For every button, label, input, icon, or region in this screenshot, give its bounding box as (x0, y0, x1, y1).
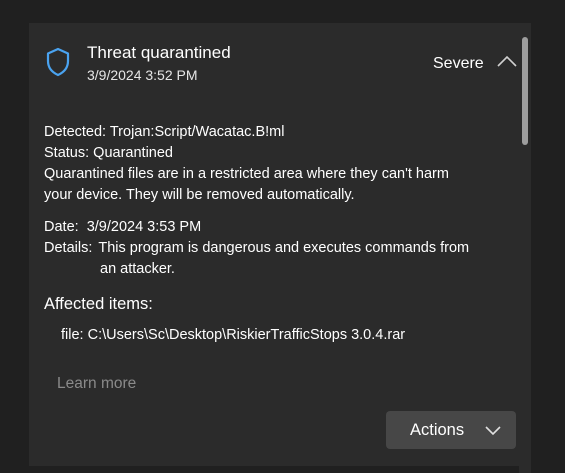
affected-item: file: C:\Users\Sc\Desktop\RiskierTraffic… (61, 327, 405, 343)
affected-items-heading: Affected items: (44, 295, 153, 313)
chevron-up-icon (495, 55, 519, 77)
description-line-1: Quarantined files are in a restricted ar… (44, 166, 449, 182)
threat-title: Threat quarantined (87, 43, 231, 62)
scroll-up-arrow-icon[interactable] (521, 16, 529, 29)
learn-more-link[interactable]: Learn more (57, 375, 136, 393)
detected-row: Detected: Trojan:Script/Wacatac.B!ml (44, 122, 449, 143)
shield-icon (45, 47, 71, 77)
scrollbar-thumb[interactable] (522, 37, 528, 145)
threat-timestamp: 3/9/2024 3:52 PM (87, 67, 198, 83)
affected-item-path: C:\Users\Sc\Desktop\RiskierTrafficStops … (87, 327, 406, 343)
date-details: Date: 3/9/2024 3:53 PM Details: This pro… (44, 217, 469, 280)
date-value: 3/9/2024 3:53 PM (86, 219, 202, 235)
severity-label: Severe (433, 55, 484, 72)
details-value-line-2: an attacker. (100, 261, 175, 277)
actions-button[interactable]: Actions (386, 411, 516, 449)
threat-card-header[interactable]: Threat quarantined 3/9/2024 3:52 PM Seve… (29, 23, 531, 105)
page: Threat quarantined 3/9/2024 3:52 PM Seve… (0, 0, 565, 473)
date-label: Date: (44, 219, 79, 235)
details-value-line-1: This program is dangerous and executes c… (98, 240, 470, 256)
detected-value: Trojan:Script/Wacatac.B!ml (109, 124, 285, 140)
collapse-button[interactable] (495, 51, 519, 73)
details-row: Details: This program is dangerous and e… (44, 238, 469, 259)
status-label: Status: (44, 145, 90, 161)
details-label: Details: (44, 240, 93, 256)
threat-card: Threat quarantined 3/9/2024 3:52 PM Seve… (29, 23, 531, 466)
chevron-down-icon (484, 423, 502, 437)
detection-details: Detected: Trojan:Script/Wacatac.B!ml Sta… (44, 122, 449, 206)
date-row: Date: 3/9/2024 3:53 PM (44, 217, 469, 238)
description-line-2: your device. They will be removed automa… (44, 187, 355, 203)
vertical-scrollbar[interactable] (519, 16, 531, 473)
affected-item-prefix: file: (61, 327, 84, 343)
status-row: Status: Quarantined (44, 143, 449, 164)
detected-label: Detected: (44, 124, 107, 140)
actions-label: Actions (410, 421, 465, 439)
scrollbar-track[interactable] (519, 23, 531, 473)
status-value: Quarantined (93, 145, 173, 161)
